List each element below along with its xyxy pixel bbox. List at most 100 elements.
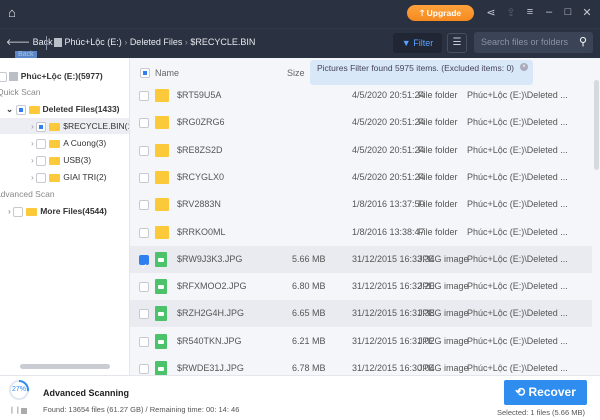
vertical-scrollbar[interactable] [594, 80, 599, 170]
share-icon[interactable]: ⋖ [484, 6, 498, 19]
select-all-checkbox[interactable] [140, 68, 150, 78]
file-name: $R540TKN.JPG [177, 328, 242, 355]
image-file-icon [155, 252, 167, 267]
quick-scan-label: Quick Scan [0, 84, 40, 100]
chevron-right-icon[interactable]: › [31, 121, 34, 131]
row-checkbox[interactable] [139, 228, 149, 238]
table-row[interactable]: $RRKO0ML 1/8/2016 13:38:47 File folder P… [130, 219, 592, 246]
table-row[interactable]: $RZH2G4H.JPG 6.65 MB 31/12/2015 16:31:38… [130, 300, 592, 327]
row-checkbox[interactable] [139, 118, 149, 128]
file-date: 1/8/2016 13:38:47 [352, 219, 425, 246]
upgrade-button[interactable]: 🡑 Upgrade [407, 5, 474, 21]
home-icon[interactable]: ⌂ [8, 5, 16, 20]
checkbox[interactable] [36, 173, 46, 183]
folder-icon [155, 171, 169, 184]
search-icon[interactable]: ⚲ [579, 32, 587, 53]
close-icon[interactable]: × [520, 63, 528, 71]
file-size: 6.80 MB [292, 273, 326, 300]
checkbox[interactable] [36, 139, 46, 149]
tree-usb[interactable]: › USB(3) [31, 152, 91, 168]
file-date: 4/5/2020 20:51:24 [352, 82, 425, 109]
table-row[interactable]: $RT59U5A 4/5/2020 20:51:24 File folder P… [130, 82, 592, 109]
table-row[interactable]: $RCYGLX0 4/5/2020 20:51:24 File folder P… [130, 164, 592, 191]
pause-icon[interactable]: ❙❙ [9, 406, 21, 414]
row-checkbox[interactable] [139, 173, 149, 183]
file-type: JPEG image [418, 300, 469, 327]
filter-notification: Pictures Filter found 5975 items. (Exclu… [310, 60, 533, 85]
sidebar-tree: Phúc+Lộc (E:)(5977) Quick Scan ⌄ Deleted… [0, 58, 130, 375]
file-type: File folder [418, 82, 458, 109]
file-type: File folder [418, 191, 458, 218]
file-name: $RFXMOO2.JPG [177, 273, 247, 300]
row-checkbox[interactable] [139, 146, 149, 156]
recover-button[interactable]: ⟲ Recover [504, 380, 587, 405]
search-input[interactable]: Search files or folders⚲ [474, 32, 593, 53]
table-row[interactable]: $RG0ZRG6 4/5/2020 20:51:24 File folder P… [130, 109, 592, 136]
chevron-down-icon[interactable]: ⌄ [6, 104, 13, 114]
drive-icon [54, 38, 62, 47]
history-icon: ⟲ [515, 385, 525, 399]
export-icon[interactable]: ⇪ [504, 6, 518, 19]
checkbox[interactable] [36, 122, 46, 132]
file-path: Phúc+Lộc (E:)\Deleted ... [467, 219, 568, 246]
breadcrumb-deleted-files[interactable]: Deleted Files [130, 37, 183, 47]
table-row[interactable]: $RFXMOO2.JPG 6.80 MB 31/12/2015 16:32:20… [130, 273, 592, 300]
minimize-button[interactable]: – [542, 6, 556, 18]
checkbox[interactable] [16, 105, 26, 115]
table-row[interactable]: $RW9J3K3.JPG 5.66 MB 31/12/2015 16:33:34… [130, 246, 592, 273]
folder-icon [155, 198, 169, 211]
menu-icon[interactable]: ≡ [523, 6, 537, 18]
image-file-icon [155, 361, 167, 376]
row-checkbox[interactable] [139, 91, 149, 101]
folder-icon [155, 116, 169, 129]
tree-recycle-bin[interactable]: › $RECYCLE.BIN(1... [0, 118, 130, 134]
row-checkbox[interactable] [139, 309, 149, 319]
tree-deleted-files[interactable]: ⌄ Deleted Files(1433) [6, 101, 120, 117]
table-row[interactable]: $RE8ZS2D 4/5/2020 20:51:24 File folder P… [130, 137, 592, 164]
row-checkbox[interactable] [139, 255, 149, 265]
file-date: 4/5/2020 20:51:24 [352, 109, 425, 136]
file-path: Phúc+Lộc (E:)\Deleted ... [467, 82, 568, 109]
maximize-button[interactable]: □ [561, 6, 575, 18]
row-checkbox[interactable] [139, 200, 149, 210]
folder-icon [29, 106, 40, 114]
list-view-button[interactable]: ☰ [447, 33, 467, 53]
file-type: File folder [418, 137, 458, 164]
checkbox[interactable] [0, 72, 7, 82]
close-button[interactable]: ✕ [580, 6, 594, 19]
folder-icon [49, 157, 60, 165]
table-row[interactable]: $R540TKN.JPG 6.21 MB 31/12/2015 16:31:02… [130, 328, 592, 355]
file-type: JPEG image [418, 246, 469, 273]
file-path: Phúc+Lộc (E:)\Deleted ... [467, 246, 568, 273]
folder-icon [49, 123, 60, 131]
filter-icon: ▼ [402, 38, 411, 48]
file-size: 6.65 MB [292, 300, 326, 327]
file-size: 6.21 MB [292, 328, 326, 355]
checkbox[interactable] [36, 156, 46, 166]
checkbox[interactable] [13, 207, 23, 217]
file-name: $RG0ZRG6 [177, 109, 225, 136]
tree-a-cuong[interactable]: › A Cuong(3) [31, 135, 106, 151]
stop-icon[interactable] [21, 408, 27, 414]
table-row[interactable]: $RV2883N 1/8/2016 13:37:50 File folder P… [130, 191, 592, 218]
tree-giai-tri[interactable]: › GIAI TRI(2) [31, 169, 107, 185]
column-size[interactable]: Size [287, 68, 305, 78]
breadcrumb-drive[interactable]: Phúc+Lộc (E:) [65, 37, 122, 47]
image-file-icon [155, 279, 167, 294]
file-type: File folder [418, 109, 458, 136]
tree-drive[interactable]: Phúc+Lộc (E:)(5977) [0, 68, 103, 84]
tree-more-files[interactable]: › More Files(4544) [8, 203, 107, 219]
progress-percent: 27% [8, 386, 30, 393]
file-path: Phúc+Lộc (E:)\Deleted ... [467, 109, 568, 136]
column-name[interactable]: Name [155, 68, 179, 78]
file-name: $RRKO0ML [177, 219, 226, 246]
row-checkbox[interactable] [139, 282, 149, 292]
drive-icon [9, 72, 18, 81]
filter-button[interactable]: ▼ Filter [393, 33, 442, 53]
folder-icon [26, 208, 37, 216]
row-checkbox[interactable] [139, 364, 149, 374]
row-checkbox[interactable] [139, 337, 149, 347]
breadcrumb-recycle-bin[interactable]: $RECYCLE.BIN [190, 37, 255, 47]
file-name: $RT59U5A [177, 82, 221, 109]
horizontal-scrollbar[interactable] [20, 364, 110, 369]
